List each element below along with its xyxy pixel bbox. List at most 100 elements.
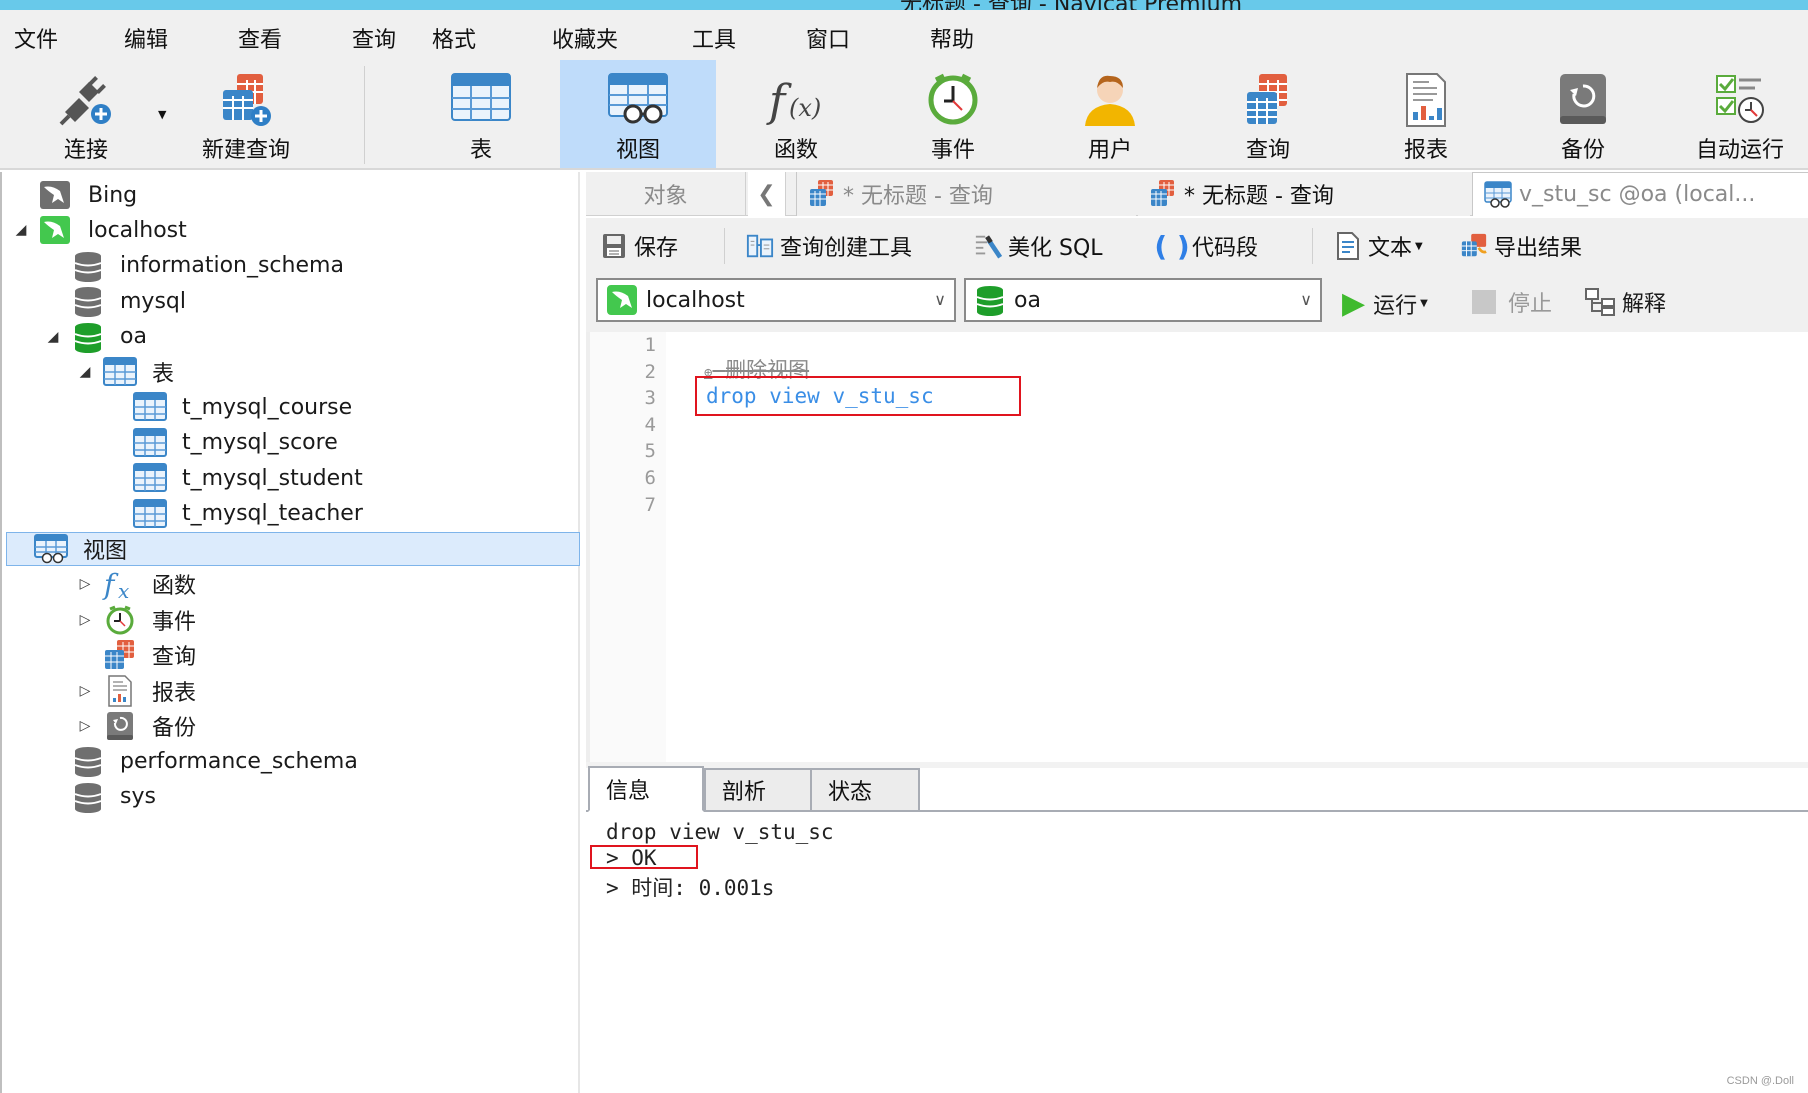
connect-dropdown-arrow[interactable]: ▼ bbox=[158, 108, 166, 121]
text-mode-button[interactable]: 文本 ▼ bbox=[1334, 230, 1423, 262]
report-label: 报表 bbox=[1403, 138, 1448, 163]
tree-item-label: t_mysql_course bbox=[182, 394, 353, 420]
tree-item[interactable]: ▷ 备份 bbox=[76, 709, 196, 743]
connect-button[interactable]: 连接 bbox=[8, 60, 164, 168]
tab-query-untitled-1[interactable]: * 无标题 - 查询 bbox=[796, 172, 1136, 216]
tree-item[interactable]: ▷ 报表 bbox=[76, 674, 196, 708]
menu-favorites[interactable]: 收藏夹 bbox=[552, 22, 618, 54]
tree-item[interactable]: Bing bbox=[12, 178, 137, 212]
document-tabs: 对象 ❮ * 无标题 - 查询 * 无标题 - 查询 v_stu_sc @oa … bbox=[586, 172, 1808, 216]
result-tabs: 信息 剖析 状态 bbox=[586, 766, 1808, 812]
beautify-sql-button[interactable]: 美化 SQL bbox=[974, 230, 1103, 262]
tree-item[interactable]: t_mysql_student bbox=[106, 461, 363, 495]
new-query-button[interactable]: 新建查询 bbox=[168, 60, 324, 168]
explain-button[interactable]: 解释 bbox=[1584, 286, 1666, 318]
menu-tools[interactable]: 工具 bbox=[692, 22, 736, 54]
menu-format[interactable]: 格式 bbox=[432, 22, 476, 54]
tab-nav-back[interactable]: ❮ bbox=[748, 172, 786, 216]
backup-label: 备份 bbox=[1560, 138, 1605, 163]
query-icon bbox=[1237, 72, 1299, 128]
sql-editor[interactable]: 1234567 ⊕ 删除视图 drop view v_stu_sc bbox=[586, 332, 1808, 762]
collapse-arrow-icon[interactable]: ◢ bbox=[12, 222, 30, 238]
expand-arrow-icon[interactable]: ▷ bbox=[76, 612, 94, 628]
tree-item-label: 视图 bbox=[83, 539, 128, 564]
code-snippet-button[interactable]: ( ) 代码段 bbox=[1154, 230, 1258, 263]
tree-item-label: localhost bbox=[88, 217, 187, 243]
query-button[interactable]: 查询 bbox=[1190, 60, 1346, 168]
text-dropdown-arrow[interactable]: ▼ bbox=[1415, 241, 1423, 252]
autorun-label: 自动运行 bbox=[1695, 138, 1784, 163]
function-icon: f (x) bbox=[765, 72, 827, 128]
query-icon bbox=[102, 639, 138, 671]
beautify-wand-icon bbox=[974, 232, 1002, 260]
report-button[interactable]: 报表 bbox=[1348, 60, 1504, 168]
tree-item[interactable]: information_schema bbox=[44, 249, 344, 283]
run-button[interactable]: ▶ 运行 ▼ bbox=[1342, 286, 1428, 321]
stop-button[interactable]: 停止 bbox=[1472, 286, 1552, 318]
query-builder-button[interactable]: 查询创建工具 bbox=[746, 230, 912, 262]
collapse-arrow-icon[interactable]: ◢ bbox=[44, 329, 62, 345]
event-button[interactable]: 事件 bbox=[875, 60, 1031, 168]
connection-green-icon bbox=[38, 214, 74, 246]
tab-query-untitled-2[interactable]: * 无标题 - 查询 bbox=[1138, 172, 1470, 216]
run-dropdown-arrow[interactable]: ▼ bbox=[1420, 298, 1428, 309]
collapse-arrow-icon[interactable]: ◢ bbox=[76, 364, 94, 380]
menu-view[interactable]: 查看 bbox=[238, 22, 282, 54]
menu-window[interactable]: 窗口 bbox=[806, 22, 850, 54]
toolbar-separator bbox=[1312, 228, 1313, 264]
export-results-label: 导出结果 bbox=[1494, 236, 1583, 261]
tree-item[interactable]: ▷ 事件 bbox=[76, 603, 196, 637]
view-icon bbox=[1483, 180, 1513, 210]
tree-item[interactable]: t_mysql_score bbox=[106, 426, 338, 460]
function-button[interactable]: f (x) 函数 bbox=[718, 60, 874, 168]
tree-item[interactable]: sys bbox=[44, 780, 156, 814]
table-label: 表 bbox=[469, 138, 492, 163]
tab-view-v-stu-sc[interactable]: v_stu_sc @oa (local... bbox=[1472, 172, 1808, 216]
tree-item[interactable]: 查询 bbox=[76, 638, 196, 672]
save-button[interactable]: 保存 bbox=[600, 230, 678, 262]
export-results-button[interactable]: 导出结果 bbox=[1460, 230, 1582, 262]
tree-item[interactable]: ◢ 表 bbox=[76, 355, 174, 389]
main-toolbar: 连接 ▼ 新建查询 表 视图 f (x) 函数 事件 用户 查询 报表 备份 自… bbox=[0, 60, 1808, 170]
tree-item[interactable]: t_mysql_course bbox=[106, 390, 352, 424]
tree-item[interactable]: ▷ f x 函数 bbox=[76, 567, 196, 601]
tab-info[interactable]: 信息 bbox=[588, 766, 704, 812]
connection-select[interactable]: localhost ∨ bbox=[596, 278, 956, 322]
view-button[interactable]: 视图 bbox=[560, 60, 716, 168]
backup-icon bbox=[102, 710, 138, 742]
tree-item[interactable]: ◢ localhost bbox=[12, 213, 187, 247]
tree-item[interactable]: mysql bbox=[44, 284, 186, 318]
tab-status[interactable]: 状态 bbox=[810, 768, 920, 812]
tree-item[interactable]: 视图 bbox=[6, 532, 580, 566]
table-button[interactable]: 表 bbox=[403, 60, 559, 168]
watermark: CSDN @.Doll bbox=[1726, 1075, 1794, 1087]
tab-profile[interactable]: 剖析 bbox=[704, 768, 812, 812]
view-icon bbox=[607, 72, 669, 128]
user-button[interactable]: 用户 bbox=[1032, 60, 1188, 168]
menu-query[interactable]: 查询 bbox=[352, 22, 396, 54]
view-label: 视图 bbox=[615, 138, 660, 163]
tree-item[interactable]: performance_schema bbox=[44, 744, 358, 778]
tab-label: * 无标题 - 查询 bbox=[843, 184, 993, 209]
expand-arrow-icon[interactable]: ▷ bbox=[76, 683, 94, 699]
tree-item-label: mysql bbox=[120, 288, 186, 314]
annotation-highlight-box bbox=[590, 845, 698, 869]
database-green-icon bbox=[70, 321, 106, 353]
menu-help[interactable]: 帮助 bbox=[930, 22, 974, 54]
text-mode-label: 文本 bbox=[1368, 236, 1413, 261]
tab-objects[interactable]: 对象 bbox=[586, 172, 746, 216]
menu-file[interactable]: 文件 bbox=[14, 22, 58, 54]
tab-label: * 无标题 - 查询 bbox=[1184, 184, 1334, 209]
autorun-button[interactable]: 自动运行 bbox=[1662, 60, 1808, 168]
tree-item-label: Bing bbox=[88, 182, 138, 208]
database-gray-icon bbox=[70, 745, 106, 778]
backup-button[interactable]: 备份 bbox=[1505, 60, 1661, 168]
expand-arrow-icon[interactable]: ▷ bbox=[76, 576, 94, 592]
database-select[interactable]: oa ∨ bbox=[964, 278, 1322, 322]
line-number-gutter: 1 2 3 4 5 6 7 bbox=[586, 332, 666, 762]
tree-item[interactable]: ◢ oa bbox=[44, 320, 147, 354]
expand-arrow-icon[interactable]: ▷ bbox=[76, 718, 94, 734]
tree-item[interactable]: t_mysql_teacher bbox=[106, 497, 363, 531]
tab-status-label: 状态 bbox=[828, 780, 873, 805]
menu-edit[interactable]: 编辑 bbox=[124, 22, 168, 54]
